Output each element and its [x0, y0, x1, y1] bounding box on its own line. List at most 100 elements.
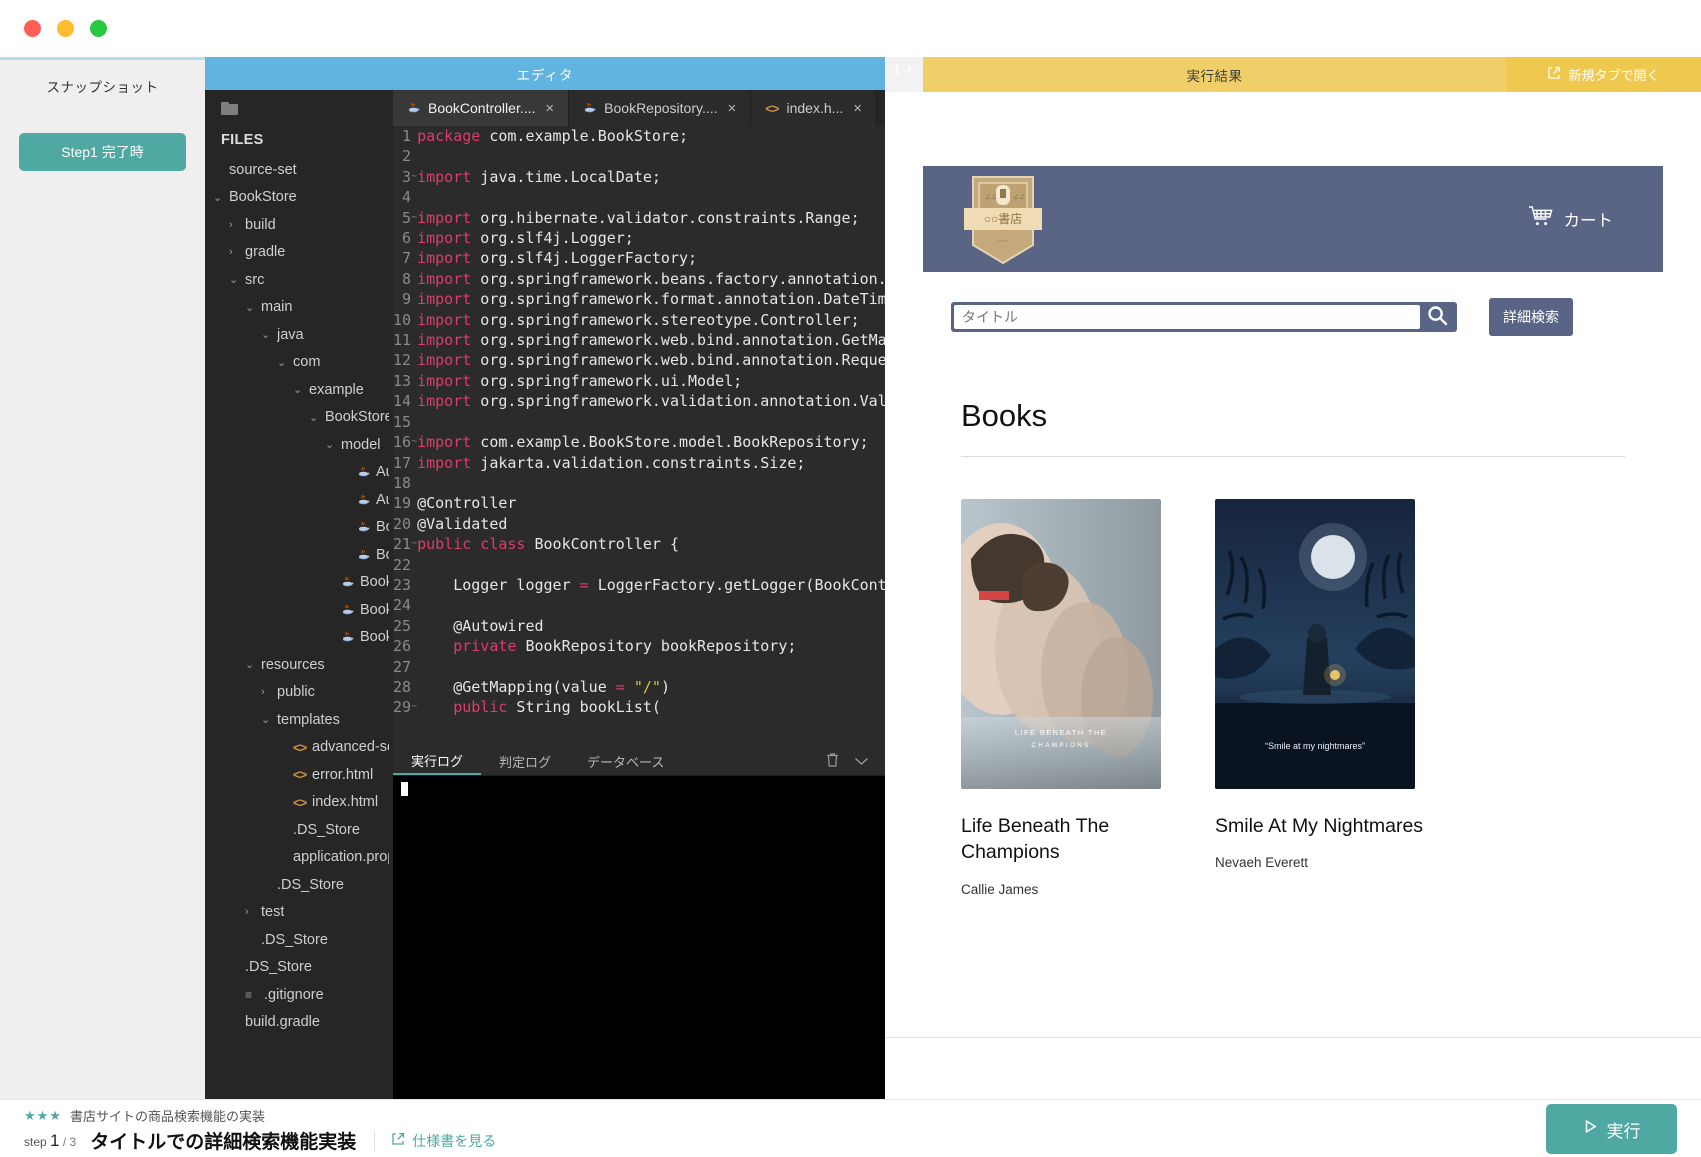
code-line: 23 Logger logger = LoggerFactory.getLogg… [393, 574, 885, 596]
step-current: 1 [50, 1130, 60, 1150]
chevron-right-icon[interactable]: › [229, 219, 245, 231]
file-tree-item[interactable]: ⌄ BookStore [205, 184, 393, 212]
file-tree-item[interactable]: .DS_Store [205, 871, 393, 899]
file-tree-item[interactable]: ⌄ BookStore [205, 404, 393, 432]
code-scroll-region[interactable]: 1 package com.example.BookStore; 2 3 ~ impor… [393, 126, 885, 747]
chevron-down-icon[interactable]: ⌄ [309, 411, 325, 424]
site-logo[interactable]: ∠∠ ∠∠ ○○書店 ∼∼ [959, 171, 1047, 267]
code-line-text [417, 657, 885, 677]
file-tree[interactable]: FILES source-set ⌄ BookStore › build › gradle ⌄… [205, 90, 393, 1099]
file-tree-item[interactable]: ⌄ com [205, 349, 393, 377]
code-line: 25 @Autowired [393, 615, 885, 637]
spec-link[interactable]: 仕様書を見る [374, 1130, 496, 1151]
chevron-down-icon[interactable]: ⌄ [261, 328, 277, 341]
file-tree-item-label: index.html [312, 794, 379, 811]
file-tree-item-label: source-set [229, 161, 297, 178]
code-line-number: 5 [393, 207, 412, 229]
file-tree-item[interactable]: application.properties [205, 844, 393, 872]
code-line-number: 14 [393, 391, 412, 412]
file-tree-item[interactable]: <> advanced-search.html [205, 734, 393, 762]
svg-text:∼∼: ∼∼ [997, 238, 1009, 245]
file-tree-item[interactable]: ⌄ src [205, 266, 393, 294]
file-tree-item[interactable]: Book.java [205, 514, 393, 542]
file-tree-item[interactable]: .DS_Store [205, 926, 393, 954]
code-line-number: 21 [393, 534, 412, 555]
chevron-right-icon[interactable]: › [261, 686, 277, 698]
file-tree-item[interactable]: Author.java [205, 459, 393, 487]
file-tree-item[interactable]: › public [205, 679, 393, 707]
file-tree-item[interactable]: BookStoreApplication.java [205, 596, 393, 624]
file-tree-item-label: model [341, 436, 381, 453]
chevron-down-icon[interactable]: ⌄ [245, 658, 261, 671]
close-icon[interactable]: × [853, 100, 862, 117]
chevron-down-icon[interactable]: ⌄ [229, 273, 245, 286]
cart-button[interactable]: カート [1528, 205, 1613, 234]
chevron-down-icon[interactable]: ⌄ [293, 383, 309, 396]
chevron-down-icon[interactable]: ⌄ [213, 191, 229, 204]
file-tree-item[interactable]: ⌄ example [205, 376, 393, 404]
file-tree-item[interactable]: ⌄ templates [205, 706, 393, 734]
minimize-window-button[interactable] [57, 20, 74, 37]
search-input[interactable] [954, 305, 1420, 329]
console-output[interactable] [393, 776, 885, 1099]
editor-tab[interactable]: <> index.h... × [751, 90, 878, 126]
search-submit-button[interactable] [1420, 302, 1454, 332]
book-card[interactable]: “Smile at my nightmares” Smile At My Nigh… [1215, 499, 1425, 897]
book-author: Callie James [961, 881, 1039, 897]
run-button[interactable]: 実行 [1546, 1104, 1677, 1154]
file-tree-item-label: AuthorRepository.java [376, 491, 389, 508]
chevron-down-icon[interactable]: ⌄ [277, 356, 293, 369]
file-tree-item[interactable]: ⌄ java [205, 321, 393, 349]
close-icon[interactable]: × [728, 100, 737, 117]
file-tree-item[interactable]: <> index.html [205, 789, 393, 817]
file-tree-item-label: Book.java [376, 519, 389, 536]
chevron-down-icon[interactable]: ⌄ [245, 301, 261, 314]
books-section-title: Books [961, 398, 1048, 433]
console-tab[interactable]: 判定ログ [481, 747, 569, 775]
file-tree-item[interactable]: ≡ .gitignore [205, 981, 393, 1009]
code-line-text: import org.springframework.ui.Model; [417, 371, 743, 390]
reload-icon[interactable] [885, 57, 923, 92]
editor-tab[interactable]: BookRepository.... × [569, 90, 752, 126]
external-link-icon [1547, 66, 1561, 83]
chevron-right-icon[interactable]: › [245, 906, 261, 918]
file-tree-item[interactable]: build.gradle [205, 1009, 393, 1037]
code-line-text: @Autowired [417, 616, 544, 635]
trash-icon[interactable] [825, 752, 840, 771]
file-tree-item[interactable]: ⌄ main [205, 294, 393, 322]
file-tree-item[interactable]: BookRepository.java [205, 541, 393, 569]
zoom-window-button[interactable] [90, 20, 107, 37]
advanced-search-button[interactable]: 詳細検索 [1489, 298, 1573, 336]
file-tree-item[interactable]: ⌄ resources [205, 651, 393, 679]
book-card[interactable]: LIFE BENEATH THE CHAMPIONS Life Beneath Th… [961, 499, 1171, 897]
console-tab[interactable]: 実行ログ [393, 747, 482, 775]
cart-icon [1528, 205, 1554, 234]
file-tree-item[interactable]: › test [205, 899, 393, 927]
chevron-right-icon[interactable]: › [229, 246, 245, 258]
file-tree-item[interactable]: source-set [205, 156, 393, 184]
code-line-text: @GetMapping(value = "/") [417, 677, 670, 696]
chevron-down-icon[interactable]: ⌄ [325, 438, 341, 451]
file-tree-item[interactable]: › build [205, 211, 393, 239]
file-tree-item-label: application.properties [293, 849, 389, 866]
file-tree-item[interactable]: .DS_Store [205, 954, 393, 982]
file-tree-item[interactable]: BookStoreController.java [205, 624, 393, 652]
file-tree-item[interactable]: AuthorRepository.java [205, 486, 393, 514]
file-tree-item-label: .DS_Store [245, 959, 312, 976]
file-tree-item[interactable]: BookController.java [205, 569, 393, 597]
console-tab[interactable]: データベース [569, 747, 682, 775]
preview-iframe[interactable]: ∠∠ ∠∠ ○○書店 ∼∼ カート タイトル 詳細検索 Books LIFE B… [885, 92, 1701, 1099]
file-tree-item[interactable]: › gradle [205, 239, 393, 267]
chevron-down-icon[interactable] [854, 754, 869, 769]
file-tree-item[interactable]: <> error.html [205, 761, 393, 789]
file-tree-item[interactable]: ⌄ model [205, 431, 393, 459]
file-tree-item-label: .gitignore [264, 986, 324, 1003]
close-window-button[interactable] [24, 20, 41, 37]
close-icon[interactable]: × [545, 100, 554, 117]
code-line-number: 7 [393, 248, 412, 269]
file-tree-item[interactable]: .DS_Store [205, 816, 393, 844]
open-new-tab-button[interactable]: 新規タブで開く [1506, 57, 1701, 92]
editor-tab[interactable]: BookController.... × [393, 90, 570, 126]
snapshot-step1-button[interactable]: Step1 完了時 [19, 133, 186, 171]
chevron-down-icon[interactable]: ⌄ [261, 713, 277, 726]
